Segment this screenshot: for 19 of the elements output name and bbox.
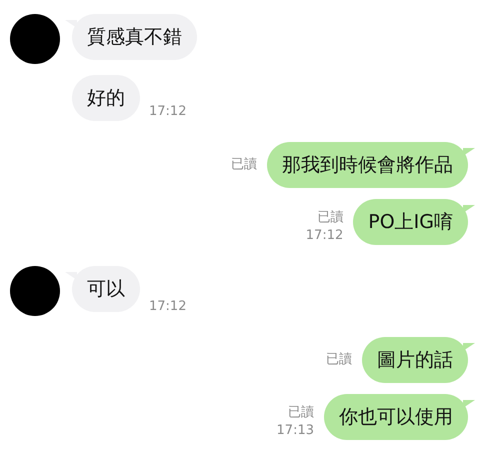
sent-message-bubble: 那我到時候會將作品: [267, 142, 468, 188]
message-time: 17:12: [149, 298, 186, 316]
read-receipt: 已讀: [326, 351, 352, 369]
read-receipt: 已讀: [231, 156, 257, 174]
read-receipt: 已讀: [317, 209, 344, 227]
sent-message-bubble: 你也可以使用: [324, 394, 468, 440]
sent-message-bubble: PO上IG唷: [353, 199, 468, 245]
bubble-tail: [463, 205, 475, 213]
message-time: 17:12: [306, 227, 344, 245]
message-time: 17:13: [276, 422, 314, 440]
received-message-bubble: 好的: [72, 75, 140, 121]
bubble-tail: [463, 343, 475, 351]
read-receipt: 已讀: [288, 404, 314, 422]
message-time: 17:12: [149, 103, 186, 121]
bubble-tail: [463, 148, 475, 156]
bubble-tail: [463, 400, 475, 408]
received-message-bubble: 質感真不錯: [72, 14, 197, 60]
received-message-bubble: 可以: [72, 266, 140, 312]
sent-message-bubble: 圖片的話: [362, 337, 468, 383]
